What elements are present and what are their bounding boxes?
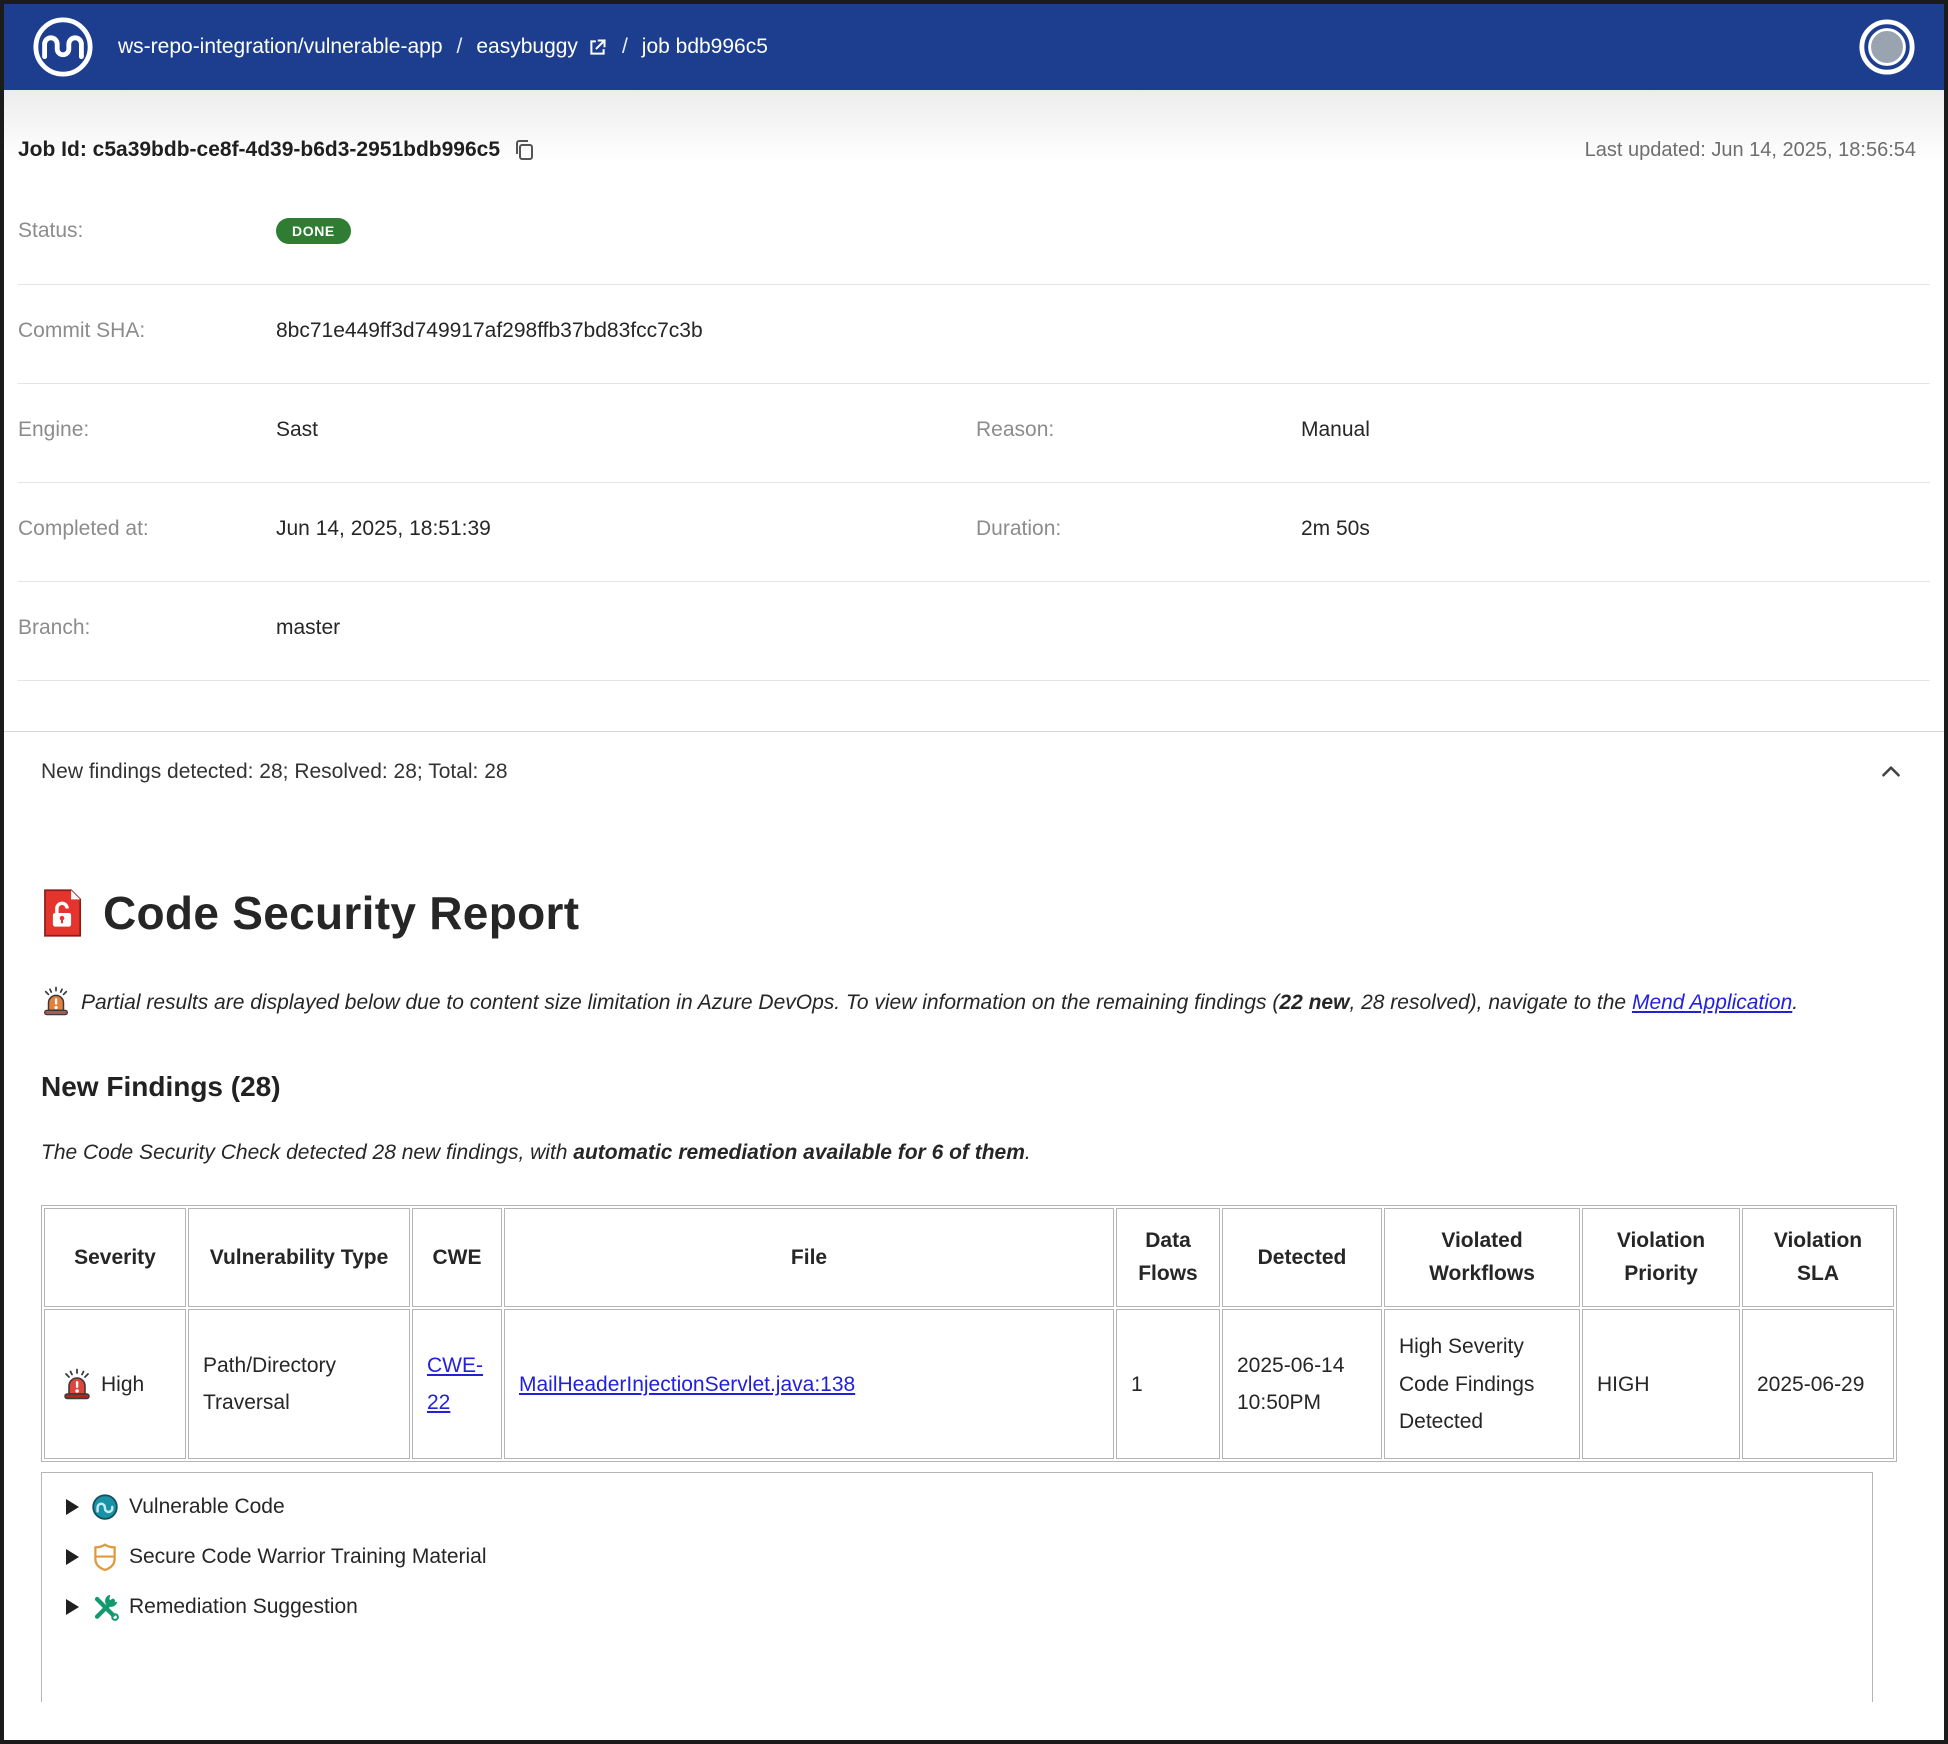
- notice-text-1: Partial results are displayed below due …: [81, 991, 1279, 1014]
- breadcrumb-separator: /: [457, 35, 463, 59]
- findings-intro: The Code Security Check detected 28 new …: [41, 1141, 1906, 1165]
- copy-job-id-button[interactable]: [512, 138, 536, 162]
- severity-value: High: [101, 1366, 144, 1404]
- finding-details-box: Vulnerable Code Secure Code Warrior Trai…: [41, 1472, 1873, 1702]
- cwe-link[interactable]: CWE-22: [427, 1354, 483, 1415]
- commit-row: Commit SHA: 8bc71e449ff3d749917af298ffb3…: [18, 285, 1930, 384]
- engine-reason-row: Engine: Sast Reason: Manual: [18, 384, 1930, 483]
- col-detected: Detected: [1222, 1208, 1382, 1307]
- findings-summary-bar[interactable]: New findings detected: 28; Resolved: 28;…: [4, 732, 1944, 808]
- orange-shield-icon: [91, 1543, 119, 1571]
- col-severity: Severity: [44, 1208, 186, 1307]
- green-crossed-tools-icon: [91, 1593, 119, 1621]
- completed-at-label: Completed at:: [18, 517, 276, 541]
- training-material-toggle[interactable]: Secure Code Warrior Training Material: [66, 1543, 1872, 1571]
- cwe-cell: CWE-22: [412, 1309, 502, 1459]
- severity-cell: High: [44, 1309, 186, 1459]
- col-file: File: [504, 1208, 1114, 1307]
- breadcrumb-job-label: job bdb996c5: [642, 35, 768, 59]
- data-flows-cell: 1: [1116, 1309, 1220, 1459]
- duration-label: Duration:: [976, 517, 1301, 541]
- external-link-icon: [587, 37, 608, 58]
- notice-text-2: , 28 resolved), navigate to the: [1349, 991, 1632, 1014]
- user-avatar[interactable]: [1858, 18, 1916, 76]
- new-findings-heading: New Findings (28): [41, 1071, 1906, 1103]
- completed-duration-row: Completed at: Jun 14, 2025, 18:51:39 Dur…: [18, 483, 1930, 582]
- mend-application-link[interactable]: Mend Application: [1632, 991, 1792, 1014]
- mend-logo-icon[interactable]: [32, 16, 94, 78]
- expand-triangle-icon: [66, 1499, 79, 1515]
- col-vulnerability-type: Vulnerability Type: [188, 1208, 410, 1307]
- job-id: Job Id: c5a39bdb-ce8f-4d39-b6d3-2951bdb9…: [18, 138, 500, 162]
- col-cwe: CWE: [412, 1208, 502, 1307]
- notice-text-3: .: [1792, 991, 1798, 1014]
- alarm-light-icon: [41, 986, 71, 1016]
- vulnerability-type-cell: Path/Directory Traversal: [188, 1309, 410, 1459]
- intro-text-2: .: [1025, 1141, 1031, 1164]
- report-title: Code Security Report: [103, 886, 579, 940]
- violation-sla-cell: 2025-06-29: [1742, 1309, 1894, 1459]
- commit-sha-label: Commit SHA:: [18, 319, 276, 343]
- engine-value: Sast: [276, 418, 976, 442]
- vulnerable-code-label: Vulnerable Code: [129, 1495, 285, 1519]
- commit-sha-value: 8bc71e449ff3d749917af298ffb37bd83fcc7c3b: [276, 319, 976, 343]
- branch-row: Branch: master: [18, 582, 1930, 681]
- vulnerable-code-toggle[interactable]: Vulnerable Code: [66, 1493, 1872, 1521]
- findings-expander: New findings detected: 28; Resolved: 28;…: [4, 731, 1944, 1702]
- findings-summary-text: New findings detected: 28; Resolved: 28;…: [41, 760, 508, 784]
- expand-triangle-icon: [66, 1599, 79, 1615]
- detected-cell: 2025-06-14 10:50PM: [1222, 1309, 1382, 1459]
- col-violation-priority: Violation Priority: [1582, 1208, 1740, 1307]
- copy-icon: [512, 138, 536, 162]
- branch-value: master: [276, 616, 976, 640]
- file-cell: MailHeaderInjectionServlet.java:138: [504, 1309, 1114, 1459]
- engine-label: Engine:: [18, 418, 276, 442]
- branch-label: Branch:: [18, 616, 276, 640]
- violation-priority-cell: HIGH: [1582, 1309, 1740, 1459]
- remediation-suggestion-toggle[interactable]: Remediation Suggestion: [66, 1593, 1872, 1621]
- job-info-section: Job Id: c5a39bdb-ce8f-4d39-b6d3-2951bdb9…: [4, 90, 1944, 681]
- table-header-row: Severity Vulnerability Type CWE File Dat…: [44, 1208, 1894, 1307]
- last-updated: Last updated: Jun 14, 2025, 18:56:54: [1585, 139, 1930, 162]
- breadcrumb-project-label: easybuggy: [476, 35, 578, 59]
- status-label: Status:: [18, 219, 276, 243]
- finding-row: High Path/Directory Traversal CWE-22 Mai…: [44, 1309, 1894, 1459]
- intro-bold: automatic remediation available for 6 of…: [573, 1141, 1025, 1164]
- breadcrumb-project-link[interactable]: easybuggy: [476, 35, 608, 59]
- job-fields: Status: DONE Commit SHA: 8bc71e449ff3d74…: [18, 188, 1930, 681]
- notice-bold-new-count: 22 new: [1279, 991, 1349, 1014]
- intro-text-1: The Code Security Check detected 28 new …: [41, 1141, 573, 1164]
- status-row: Status: DONE: [18, 188, 1930, 285]
- partial-results-notice: Partial results are displayed below due …: [41, 984, 1841, 1021]
- red-lock-document-icon: [41, 888, 83, 938]
- duration-value: 2m 50s: [1301, 517, 1930, 541]
- violated-workflows-cell: High Severity Code Findings Detected: [1384, 1309, 1580, 1459]
- remediation-suggestion-label: Remediation Suggestion: [129, 1595, 358, 1619]
- expand-triangle-icon: [66, 1549, 79, 1565]
- breadcrumb: ws-repo-integration/vulnerable-app / eas…: [118, 35, 768, 59]
- status-badge: DONE: [276, 218, 351, 244]
- breadcrumb-separator: /: [622, 35, 628, 59]
- findings-table: Severity Vulnerability Type CWE File Dat…: [41, 1205, 1897, 1462]
- page: ws-repo-integration/vulnerable-app / eas…: [0, 0, 1948, 1744]
- col-data-flows: Data Flows: [1116, 1208, 1220, 1307]
- code-security-report: Code Security Report Partial results are…: [4, 886, 1944, 1702]
- reason-label: Reason:: [976, 418, 1301, 442]
- col-violated-workflows: Violated Workflows: [1384, 1208, 1580, 1307]
- top-navigation-bar: ws-repo-integration/vulnerable-app / eas…: [4, 4, 1944, 90]
- file-link[interactable]: MailHeaderInjectionServlet.java:138: [519, 1373, 855, 1396]
- chevron-up-icon[interactable]: [1878, 759, 1904, 785]
- col-violation-sla: Violation SLA: [1742, 1208, 1894, 1307]
- mend-teal-circle-icon: [91, 1493, 119, 1521]
- completed-at-value: Jun 14, 2025, 18:51:39: [276, 517, 976, 541]
- breadcrumb-repo-link[interactable]: ws-repo-integration/vulnerable-app: [118, 35, 443, 59]
- reason-value: Manual: [1301, 418, 1930, 442]
- alarm-light-icon: [61, 1368, 93, 1400]
- training-material-label: Secure Code Warrior Training Material: [129, 1545, 487, 1569]
